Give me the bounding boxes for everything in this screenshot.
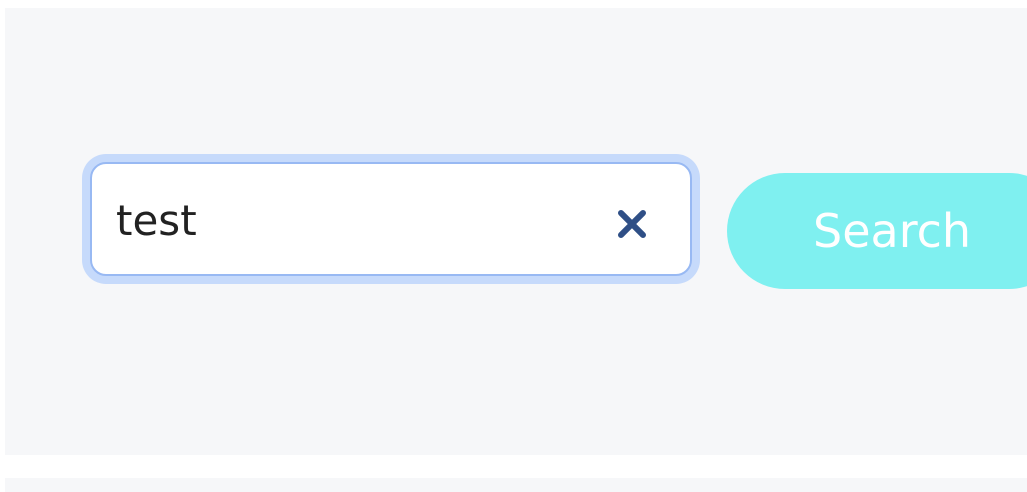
search-input[interactable] — [116, 190, 586, 250]
lower-panel-strip — [5, 478, 1027, 492]
search-button[interactable]: Search — [727, 173, 1027, 289]
close-icon[interactable] — [615, 207, 649, 241]
search-field[interactable] — [90, 162, 692, 276]
